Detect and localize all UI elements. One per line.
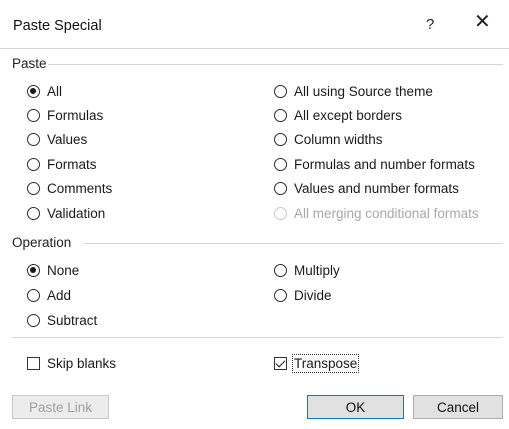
operation-multiply-option[interactable]: Multiply [274,260,340,280]
transpose-label: Transpose [291,353,360,373]
paste-merging-conditional-option: All merging conditional formats [274,203,479,223]
title-separator [0,48,509,49]
paste-link-button[interactable]: Paste Link [12,395,109,419]
operation-subtract-option[interactable]: Subtract [27,310,97,330]
paste-source-theme-radio[interactable] [274,84,287,98]
paste-heading: Paste [12,56,47,71]
paste-formats-radio[interactable] [27,157,40,171]
paste-comments-label: Comments [47,180,113,196]
operation-none-radio[interactable] [27,263,40,277]
paste-all-radio[interactable] [27,84,40,98]
paste-source-theme-label: All using Source theme [294,83,433,99]
paste-values-number-formats-option[interactable]: Values and number formats [274,178,459,198]
operation-subtract-label: Subtract [47,312,98,328]
paste-merging-conditional-label: All merging conditional formats [294,205,479,221]
paste-formulas-label: Formulas [47,107,104,123]
help-button[interactable]: ? [426,16,434,33]
paste-values-label: Values [47,131,88,147]
paste-validation-label: Validation [47,205,106,221]
paste-column-widths-label: Column widths [294,131,383,147]
operation-divide-radio[interactable] [274,288,287,302]
operation-multiply-radio[interactable] [274,263,287,277]
operation-separator [84,243,503,244]
paste-merging-conditional-radio [274,206,287,220]
paste-values-number-formats-radio[interactable] [274,181,287,195]
paste-formulas-number-formats-label: Formulas and number formats [294,156,475,172]
paste-validation-radio[interactable] [27,206,40,220]
operation-multiply-label: Multiply [294,262,340,278]
operation-none-label: None [47,262,80,278]
ok-button[interactable]: OK [307,395,404,419]
paste-all-option[interactable]: All [27,81,62,101]
paste-values-option[interactable]: Values [27,129,87,149]
paste-special-dialog: Paste Special ? ✕ Paste All Formulas Val… [0,0,509,429]
cancel-button[interactable]: Cancel [413,395,503,419]
transpose-option[interactable]: Transpose [274,353,360,373]
paste-formulas-radio[interactable] [27,108,40,122]
paste-formulas-number-formats-radio[interactable] [274,157,287,171]
operation-heading: Operation [12,235,72,250]
close-icon[interactable]: ✕ [474,12,491,32]
operation-divide-label: Divide [294,287,332,303]
skip-blanks-checkbox[interactable] [27,356,40,370]
paste-comments-option[interactable]: Comments [27,178,112,198]
paste-validation-option[interactable]: Validation [27,203,105,223]
dialog-title: Paste Special [13,18,102,34]
paste-comments-radio[interactable] [27,181,40,195]
operation-add-option[interactable]: Add [27,285,71,305]
skip-blanks-label: Skip blanks [47,355,117,371]
paste-except-borders-option[interactable]: All except borders [274,105,402,125]
operation-add-label: Add [47,287,72,303]
checkbox-separator [12,337,503,338]
paste-column-widths-radio[interactable] [274,132,287,146]
paste-formulas-option[interactable]: Formulas [27,105,103,125]
operation-add-radio[interactable] [27,288,40,302]
operation-divide-option[interactable]: Divide [274,285,332,305]
skip-blanks-option[interactable]: Skip blanks [27,353,116,373]
paste-formats-label: Formats [47,156,97,172]
paste-values-radio[interactable] [27,132,40,146]
paste-except-borders-radio[interactable] [274,108,287,122]
paste-formats-option[interactable]: Formats [27,154,97,174]
operation-subtract-radio[interactable] [27,313,40,327]
paste-source-theme-option[interactable]: All using Source theme [274,81,433,101]
paste-column-widths-option[interactable]: Column widths [274,129,383,149]
transpose-checkbox[interactable] [274,356,287,370]
paste-formulas-number-formats-option[interactable]: Formulas and number formats [274,154,475,174]
operation-none-option[interactable]: None [27,260,79,280]
paste-all-label: All [47,83,63,99]
paste-except-borders-label: All except borders [294,107,403,123]
paste-separator [48,64,503,65]
paste-values-number-formats-label: Values and number formats [294,180,459,196]
